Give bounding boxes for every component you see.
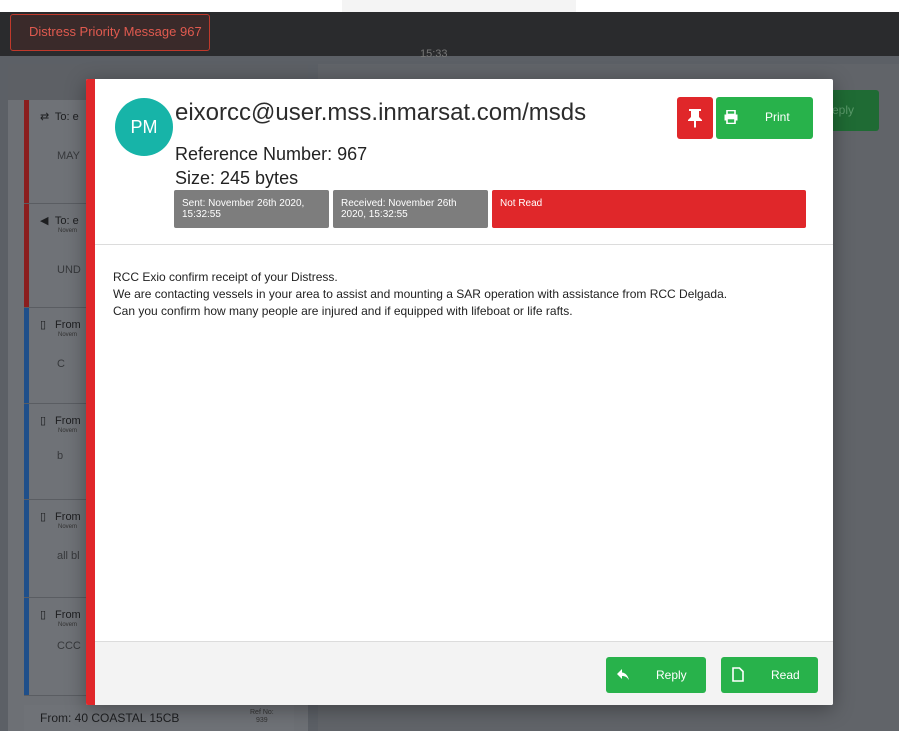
list-item-preview: UND [57,264,81,276]
list-item-meta: ▯ From [40,608,81,621]
list-item-meta: ⇄ To: e [40,110,79,123]
list-item-preview: C [57,358,65,370]
reply-label: Reply [656,668,687,682]
message-body: RCC Exio confirm receipt of your Distres… [113,269,813,320]
list-item-address: To: e [52,111,79,123]
print-label: Print [765,110,790,124]
list-item-priority-bar [24,404,29,499]
list-item-meta: ▯ From [40,510,81,523]
file-icon: ▯ [40,609,47,621]
list-item-date: Novem [58,332,78,338]
print-button[interactable]: Print [716,97,813,139]
list-item-date: Novem [58,524,78,530]
list-item-address: From [52,609,81,621]
reply-icon [617,669,629,680]
list-item[interactable]: ▯ From Novem b [24,404,94,500]
list-item-priority-bar [24,204,29,307]
list-item-label: From: 40 COASTAL 15CB [40,711,180,725]
megaphone-icon: ◀ [40,215,49,227]
modal-header: PM eixorcc@user.mss.inmarsat.com/msds Re… [95,79,833,245]
print-icon [724,110,738,124]
list-item[interactable]: ◀ To: e Novem UND [24,204,94,308]
modal-footer: Reply Read [95,641,833,705]
list-item-address: From [52,319,81,331]
exchange-icon: ⇄ [40,111,50,123]
list-item-date: Novem [58,622,78,628]
list-item-priority-bar [24,500,29,597]
list-item-priority-bar [24,598,29,695]
file-icon: ▯ [40,511,47,523]
avatar: PM [115,98,173,156]
file-icon: ▯ [40,319,47,331]
list-item-meta: ◀ To: e [40,214,79,227]
list-item-priority-bar [24,100,29,203]
reference-number: Reference Number: 967 [175,144,368,164]
list-item[interactable]: ▯ From Novem CCC [24,598,94,696]
file-icon [732,667,744,682]
reply-button[interactable]: Reply [606,657,706,693]
message-line: Can you confirm how many people are inju… [113,304,573,318]
ref-value: 939 [256,717,268,724]
list-item-address: To: e [52,215,79,227]
message-line: We are contacting vessels in your area t… [113,287,728,301]
pin-icon [688,109,702,128]
top-strip [0,0,899,12]
list-item-preview: all bl [57,550,80,562]
clock: 15:33 [420,48,448,60]
list-item-meta: ▯ From [40,318,81,331]
distress-alert-tab[interactable]: Distress Priority Message 967 [10,14,210,51]
list-item-priority-bar [24,308,29,403]
ref-number: Ref No: 939 [250,709,274,725]
list-item[interactable]: ⇄ To: e MAY [24,100,94,204]
pin-button[interactable] [677,97,713,139]
list-item[interactable]: ▯ From Novem C [24,308,94,404]
received-badge: Received: November 26th 2020, 15:32:55 [333,190,488,228]
sender-address: eixorcc@user.mss.inmarsat.com/msds [175,99,587,126]
list-item-address: From [52,415,81,427]
distress-accent-bar [86,79,95,705]
message-size: Size: 245 bytes [175,168,299,188]
list-item-bottom[interactable]: From: 40 COASTAL 15CB Ref No: 939 [24,705,294,731]
message-line: RCC Exio confirm receipt of your Distres… [113,270,338,284]
ref-label: Ref No: [250,709,274,716]
mark-read-button[interactable]: Read [721,657,818,693]
read-status-badge: Not Read [492,190,806,228]
list-item-preview: CCC [57,640,81,652]
list-item[interactable]: ▯ From Novem all bl [24,500,94,598]
list-item-date: Novem [58,228,78,234]
app-root: Distress Priority Message 967 15:33 ⇄ To… [0,0,899,731]
sent-badge: Sent: November 26th 2020, 15:32:55 [174,190,329,228]
message-modal: PM eixorcc@user.mss.inmarsat.com/msds Re… [86,79,833,705]
list-item-preview: b [57,450,64,462]
list-item-address: From [52,511,81,523]
read-label: Read [771,668,800,682]
file-icon: ▯ [40,415,47,427]
list-item-preview: MAY [57,150,81,162]
list-item-date: Novem [58,428,78,434]
top-strip-shadow [342,0,576,12]
list-item-meta: ▯ From [40,414,81,427]
